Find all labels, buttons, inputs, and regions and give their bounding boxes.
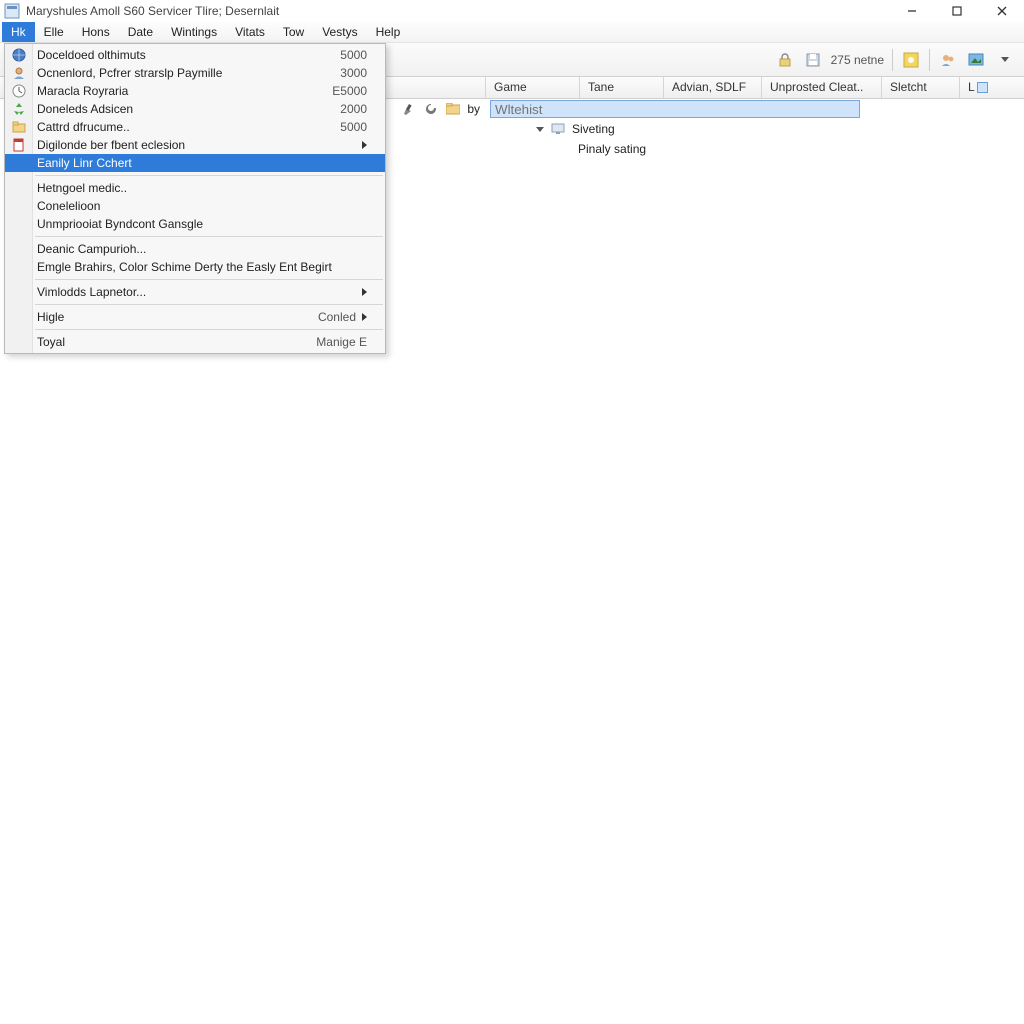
dropdown-separator — [35, 175, 383, 176]
dd-item-deanic[interactable]: Deanic Campurioh... — [5, 240, 385, 258]
menu-wintings[interactable]: Wintings — [162, 22, 226, 42]
monitor-icon — [550, 121, 566, 137]
filter-input[interactable] — [490, 100, 860, 118]
toolbar-separator — [892, 49, 893, 71]
dd-item-doceldoed[interactable]: Doceldoed olthimuts 5000 — [5, 46, 385, 64]
toolbar-separator — [929, 49, 930, 71]
app-icon — [4, 3, 20, 19]
globe-icon — [9, 47, 29, 63]
person-icon — [9, 65, 29, 81]
dd-item-hetngoel[interactable]: Hetngoel medic.. — [5, 179, 385, 197]
window-title: Maryshules Amoll S60 Servicer Tlire; Des… — [26, 4, 889, 18]
row-label: Siveting — [572, 122, 615, 136]
col-sletcht[interactable]: Sletcht — [882, 77, 960, 98]
dd-item-unmpriooiat[interactable]: Unmpriooiat Byndcont Gansgle — [5, 215, 385, 233]
dd-item-maracla[interactable]: Maracla Royraria E5000 — [5, 82, 385, 100]
menu-vestys[interactable]: Vestys — [313, 22, 366, 42]
lock-icon[interactable] — [773, 48, 797, 72]
dd-item-higle[interactable]: Higle Conled — [5, 308, 385, 326]
dd-item-vimlodds[interactable]: Vimlodds Lapnetor... — [5, 283, 385, 301]
dropdown-separator — [35, 329, 383, 330]
minimize-button[interactable] — [889, 0, 934, 22]
dropdown-separator — [35, 236, 383, 237]
menu-help[interactable]: Help — [367, 22, 410, 42]
dd-item-cattrd[interactable]: Cattrd dfrucume.. 5000 — [5, 118, 385, 136]
edit-icon[interactable] — [401, 101, 417, 117]
refresh-icon[interactable] — [423, 101, 439, 117]
submenu-caret-icon — [362, 141, 367, 149]
toolbar-dropdown[interactable] — [992, 48, 1016, 72]
users-icon[interactable] — [936, 48, 960, 72]
window-controls — [889, 0, 1024, 22]
maximize-button[interactable] — [934, 0, 979, 22]
menu-bar: Hk Elle Hons Date Wintings Vitats Tow Ve… — [0, 22, 1024, 43]
menu-vitats[interactable]: Vitats — [226, 22, 274, 42]
toolbar-count: 275 netne — [831, 53, 884, 67]
picture-icon[interactable] — [964, 48, 988, 72]
clock-icon — [9, 83, 29, 99]
recycle-icon — [9, 101, 29, 117]
menu-tow[interactable]: Tow — [274, 22, 313, 42]
doc-icon — [9, 137, 29, 153]
dropdown-separator — [35, 304, 383, 305]
square-icon — [977, 82, 988, 93]
blank-icon — [9, 155, 29, 171]
menu-date[interactable]: Date — [119, 22, 162, 42]
col-last[interactable]: L — [960, 77, 1024, 98]
dd-item-ocnenlord[interactable]: Ocnenlord, Pcfrer strarslp Paymille 3000 — [5, 64, 385, 82]
folder-small-icon[interactable] — [445, 101, 461, 117]
folder-icon — [9, 119, 29, 135]
menu-elle[interactable]: Elle — [35, 22, 73, 42]
title-bar: Maryshules Amoll S60 Servicer Tlire; Des… — [0, 0, 1024, 22]
submenu-caret-icon — [362, 288, 367, 296]
col-game[interactable]: Game — [486, 77, 580, 98]
dropdown-menu: Doceldoed olthimuts 5000 Ocnenlord, Pcfr… — [4, 43, 386, 354]
expand-icon[interactable] — [536, 127, 544, 132]
dd-item-toyal[interactable]: Toyal Manige E — [5, 333, 385, 351]
dd-item-digilonde[interactable]: Digilonde ber fbent eclesion — [5, 136, 385, 154]
dd-item-doneleds[interactable]: Doneleds Adsicen 2000 — [5, 100, 385, 118]
by-label: by — [467, 102, 480, 116]
col-advian[interactable]: Advian, SDLF — [664, 77, 762, 98]
close-button[interactable] — [979, 0, 1024, 22]
chevron-down-icon — [1001, 57, 1009, 62]
menu-hk[interactable]: Hk — [2, 22, 35, 42]
dropdown-separator — [35, 279, 383, 280]
row-label: Pinaly sating — [578, 142, 646, 156]
save-icon[interactable] — [801, 48, 825, 72]
dd-item-emgle[interactable]: Emgle Brahirs, Color Schime Derty the Ea… — [5, 258, 385, 276]
col-tane[interactable]: Tane — [580, 77, 664, 98]
col-unprosted[interactable]: Unprosted Cleat.. — [762, 77, 882, 98]
menu-hons[interactable]: Hons — [73, 22, 119, 42]
dd-item-eanily-highlight[interactable]: Eanily Linr Cchert — [5, 154, 385, 172]
submenu-caret-icon — [362, 313, 367, 321]
dd-item-conelelioon[interactable]: Conelelioon — [5, 197, 385, 215]
badge-icon[interactable] — [899, 48, 923, 72]
